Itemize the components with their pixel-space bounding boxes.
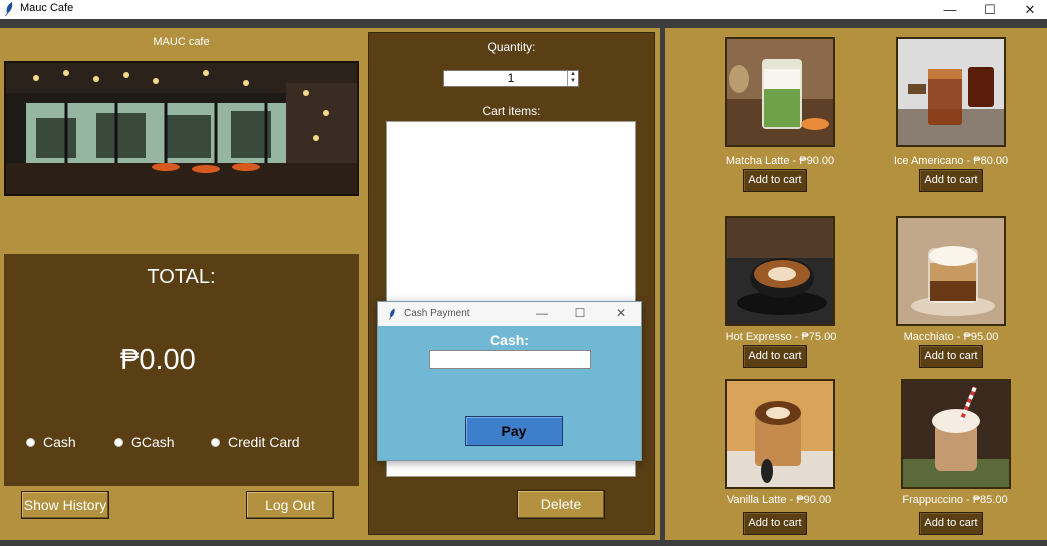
product-name: Hot Expresso - ₱75.00 [725, 331, 837, 343]
cash-payment-dialog: Cash Payment — ☐ ✕ Cash: Pay [377, 301, 642, 461]
add-to-cart-frappuccino[interactable]: Add to cart [919, 512, 983, 535]
cash-input[interactable] [429, 350, 591, 369]
dialog-maximize-button[interactable]: ☐ [570, 306, 590, 320]
add-to-cart-matcha-latte[interactable]: Add to cart [743, 169, 807, 192]
cart-items-label: Cart items: [482, 104, 541, 118]
payment-radio-cash[interactable]: Cash [26, 434, 76, 450]
radio-label: GCash [131, 434, 175, 450]
add-to-cart-macchiato[interactable]: Add to cart [919, 345, 983, 368]
radio-dot-icon [26, 437, 35, 447]
feather-icon [388, 308, 395, 320]
delete-button[interactable]: Delete [517, 490, 605, 519]
top-divider [0, 19, 1047, 28]
feather-icon [5, 2, 13, 16]
pay-button[interactable]: Pay [465, 416, 563, 446]
show-history-button[interactable]: Show History [21, 491, 109, 519]
radio-dot-icon [211, 437, 220, 447]
macchiato-image [896, 216, 1006, 326]
spin-arrows-icon[interactable]: ▲ ▼ [567, 71, 578, 86]
add-to-cart-vanilla-latte[interactable]: Add to cart [743, 512, 807, 535]
product-name: Frappuccino - ₱85.00 [902, 494, 1008, 506]
vanilla-latte-image [725, 379, 835, 489]
payment-radio-credit-card[interactable]: Credit Card [211, 434, 300, 450]
product-name: Matcha Latte - ₱90.00 [725, 155, 835, 167]
radio-label: Cash [43, 434, 76, 450]
bottom-border [0, 540, 1047, 546]
quantity-label: Quantity: [487, 40, 536, 54]
payment-radio-gcash[interactable]: GCash [114, 434, 175, 450]
radio-dot-icon [114, 437, 123, 447]
product-name: Macchiato - ₱95.00 [903, 331, 999, 343]
add-to-cart-hot-expresso[interactable]: Add to cart [743, 345, 807, 368]
brand-label: MAUC cafe [153, 36, 210, 48]
total-label: TOTAL: [147, 266, 216, 288]
ice-americano-image [896, 37, 1006, 147]
frappuccino-image [901, 379, 1011, 489]
hot-expresso-image [725, 216, 835, 326]
product-name: Ice Americano - ₱80.00 [893, 155, 1009, 167]
product-name: Vanilla Latte - ₱90.00 [726, 494, 832, 506]
window-titlebar: Mauc Cafe — ☐ ✕ [0, 0, 1047, 19]
window-title: Mauc Cafe [20, 2, 74, 14]
cafe-interior-image [4, 61, 359, 196]
dialog-titlebar: Cash Payment — ☐ ✕ [378, 302, 641, 326]
quantity-value: 1 [507, 71, 515, 85]
matcha-latte-image [725, 37, 835, 147]
radio-label: Credit Card [228, 434, 300, 450]
cash-label: Cash: [490, 332, 529, 348]
dialog-minimize-button[interactable]: — [532, 306, 552, 320]
logout-button[interactable]: Log Out [246, 491, 334, 519]
total-value: ₱0.00 [120, 344, 196, 376]
dialog-close-button[interactable]: ✕ [611, 306, 631, 320]
quantity-spinbox[interactable]: 1 ▲ ▼ [443, 70, 579, 87]
dialog-title: Cash Payment [404, 308, 470, 319]
add-to-cart-ice-americano[interactable]: Add to cart [919, 169, 983, 192]
total-panel: TOTAL: ₱0.00 Cash GCash Credit Card [4, 254, 359, 486]
